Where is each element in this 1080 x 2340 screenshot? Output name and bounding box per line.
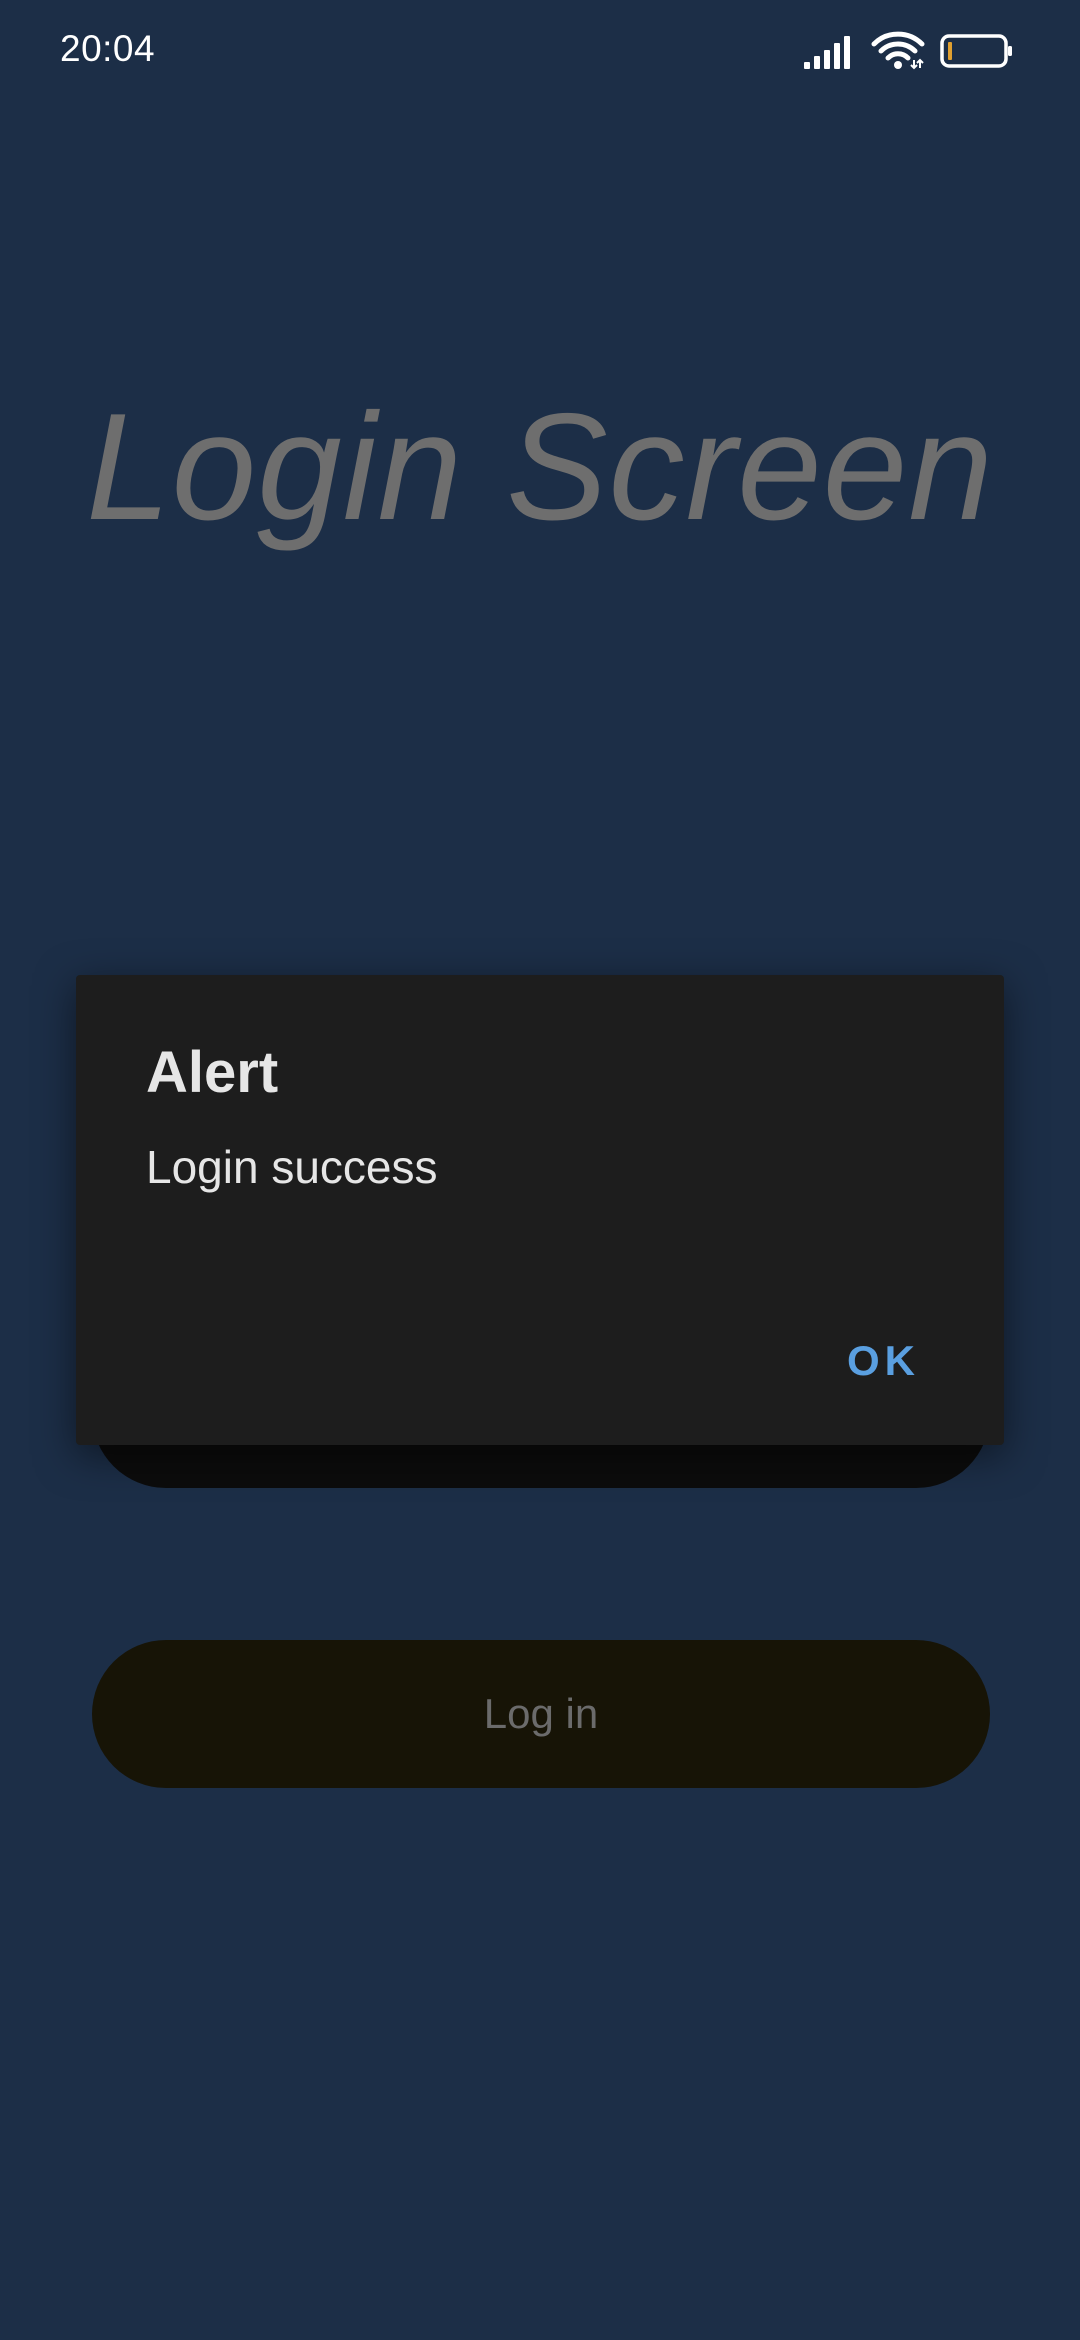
- alert-dialog: Alert Login success OK: [76, 975, 1004, 1445]
- login-button[interactable]: Log in: [92, 1640, 990, 1788]
- signal-icon: [804, 36, 850, 69]
- battery-icon: [940, 34, 1012, 68]
- ok-button[interactable]: OK: [847, 1337, 920, 1385]
- status-icons: [804, 30, 1014, 74]
- login-button-label: Log in: [483, 1690, 599, 1737]
- dialog-message: Login success: [146, 1141, 438, 1193]
- status-time: 20:04: [60, 28, 156, 69]
- dialog-title: Alert: [146, 1040, 279, 1105]
- status-bar: 20:04: [0, 0, 1080, 100]
- wifi-icon: [871, 31, 925, 70]
- page-title: Login Screen: [86, 382, 994, 552]
